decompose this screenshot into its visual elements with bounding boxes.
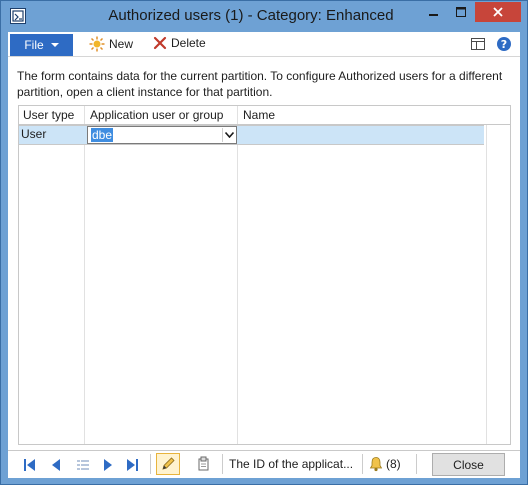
first-record-icon[interactable] [22,458,38,472]
maximize-button[interactable] [448,2,474,22]
minimize-button[interactable] [421,2,447,22]
form-client-area: File New Delete ? The form contains data… [8,32,520,478]
chevron-down-icon [50,43,59,47]
column-header-name[interactable]: Name [243,108,275,122]
application-user-lookup-field[interactable]: dbe [87,126,237,144]
title-bar[interactable]: Authorized users (1) - Category: Enhance… [1,1,527,31]
column-header-user-type[interactable]: User type [23,108,74,122]
grid-header: User type Application user or group Name [19,106,510,125]
application-user-value[interactable]: dbe [91,128,114,142]
attachment-icon[interactable] [196,456,212,471]
column-header-application-user-or-group[interactable]: Application user or group [90,108,223,122]
lookup-dropdown-button[interactable] [222,128,235,142]
file-menu-label: File [24,38,44,52]
cell-user-type[interactable]: User [21,127,46,141]
form-icon[interactable] [10,8,26,24]
status-separator [222,454,223,474]
previous-record-icon[interactable] [48,458,64,472]
column-divider [237,106,238,444]
partition-info-message: The form contains data for the current p… [17,69,503,99]
pencil-edit-icon [162,457,175,470]
authorized-users-grid[interactable]: User type Application user or group Name… [18,105,511,445]
list-grid-icon[interactable] [75,458,91,472]
action-pane: File New Delete ? [8,32,520,57]
notifications-button[interactable]: (8) [368,456,401,472]
last-record-icon[interactable] [124,458,140,472]
help-icon[interactable]: ? [496,36,512,52]
status-separator [150,454,151,474]
grid-vertical-scrollbar[interactable] [486,125,510,444]
notification-count: (8) [386,457,401,471]
authorized-users-window: Authorized users (1) - Category: Enhance… [0,0,528,485]
sun-new-icon [89,36,105,52]
layout-icon[interactable] [470,36,486,52]
delete-button[interactable]: Delete [153,36,206,50]
status-separator [362,454,363,474]
status-bar: The ID of the applicat... (8) Close [8,450,520,478]
delete-button-label: Delete [171,36,206,50]
close-window-button[interactable] [475,2,521,22]
new-button[interactable]: New [89,36,133,52]
close-button[interactable]: Close [432,453,505,476]
svg-text:?: ? [501,38,507,51]
bell-icon [369,457,383,472]
x-delete-icon [153,36,167,50]
next-record-icon[interactable] [100,458,116,472]
close-icon [493,7,503,17]
window-title: Authorized users (1) - Category: Enhance… [108,7,394,24]
edit-mode-button[interactable] [156,453,180,475]
new-button-label: New [109,37,134,51]
status-separator [416,454,417,474]
field-help-text: The ID of the applicat... [229,457,354,471]
column-divider [84,106,85,444]
chevron-down-icon [224,132,234,138]
file-menu-button[interactable]: File [10,34,73,56]
